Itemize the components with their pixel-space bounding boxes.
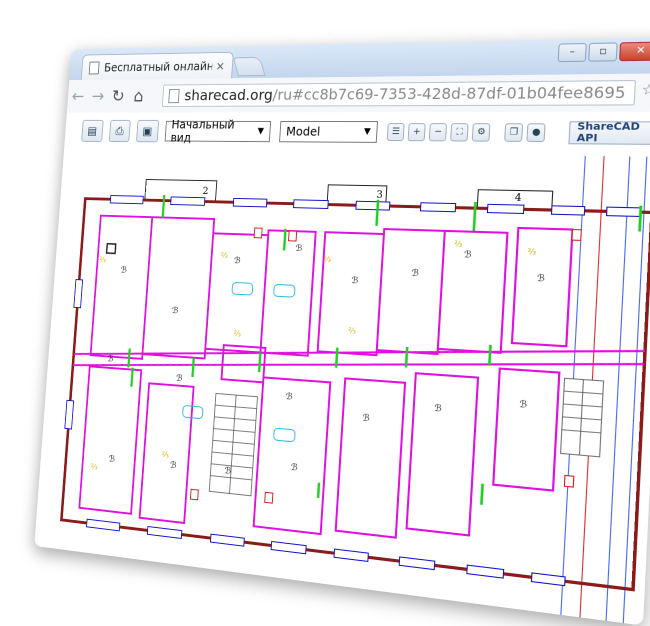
svg-text:ℬ: ℬ bbox=[172, 305, 179, 316]
page-content: ▤ ⎙ ▣ Начальный вид ▼ Model ▼ ☰ + − ⛶ ⚙ … bbox=[34, 111, 650, 626]
open-folder-button[interactable]: ▤ bbox=[81, 119, 104, 142]
stairwell bbox=[209, 355, 603, 534]
tab-title: Бесплатный онлайн САГ bbox=[103, 59, 213, 74]
dropdown-arrow-icon: ▼ bbox=[257, 126, 265, 137]
svg-text:ℬ: ℬ bbox=[108, 453, 115, 464]
viewer-toolbar: ▤ ⎙ ▣ Начальный вид ▼ Model ▼ ☰ + − ⛶ ⚙ … bbox=[64, 111, 650, 155]
svg-text:⅔: ⅔ bbox=[91, 462, 98, 472]
url-host: sharecad.org bbox=[183, 86, 274, 105]
settings-icon: ⚙ bbox=[476, 127, 486, 138]
svg-text:⅔: ⅔ bbox=[528, 247, 537, 257]
svg-text:ℬ: ℬ bbox=[291, 461, 298, 472]
user-button[interactable]: ● bbox=[526, 123, 547, 143]
svg-text:ℬ: ℬ bbox=[170, 459, 177, 470]
zoom-in-button[interactable]: + bbox=[407, 123, 426, 142]
svg-text:⅔: ⅔ bbox=[220, 250, 228, 260]
zoom-out-icon: − bbox=[433, 127, 443, 138]
minimize-button[interactable]: – bbox=[557, 43, 587, 63]
svg-text:⅔: ⅔ bbox=[348, 326, 356, 336]
svg-text:ℬ: ℬ bbox=[286, 391, 293, 402]
layout-select-value: Model bbox=[285, 124, 321, 139]
svg-text:ℬ: ℬ bbox=[537, 272, 545, 284]
back-arrow-icon[interactable]: ← bbox=[67, 87, 88, 106]
zoom-out-button[interactable]: − bbox=[428, 123, 448, 142]
url-path: /ru#cc8b7c69-7353-428d-87df-01b04fee8695 bbox=[272, 83, 627, 104]
axis-label-3: 3 bbox=[376, 189, 383, 201]
tab-close-icon[interactable]: × bbox=[215, 59, 225, 72]
fit-icon: ⛶ bbox=[456, 127, 464, 138]
dropdown-arrow-icon: ▼ bbox=[363, 126, 371, 137]
layout-select[interactable]: Model ▼ bbox=[278, 120, 379, 143]
user-icon: ● bbox=[531, 127, 541, 138]
navigation-bar: ← → ↻ ⌂ sharecad.org /ru#cc8b7c69-7353-4… bbox=[66, 73, 650, 114]
axis-label-2: 2 bbox=[202, 186, 209, 197]
doors bbox=[121, 194, 641, 530]
sharecad-api-button[interactable]: ShareCAD API bbox=[568, 121, 650, 145]
address-bar[interactable]: sharecad.org /ru#cc8b7c69-7353-428d-87df… bbox=[161, 80, 636, 107]
copy-icon: ❐ bbox=[509, 127, 519, 138]
forward-arrow-icon[interactable]: → bbox=[87, 86, 108, 106]
settings-button[interactable]: ⚙ bbox=[471, 123, 491, 142]
svg-text:⅔: ⅔ bbox=[454, 239, 463, 249]
reload-icon[interactable]: ↻ bbox=[107, 86, 129, 105]
new-tab-button[interactable] bbox=[232, 56, 266, 77]
copy-button[interactable]: ❐ bbox=[504, 123, 524, 142]
svg-text:ℬ: ℬ bbox=[434, 402, 442, 414]
svg-text:ℬ: ℬ bbox=[234, 255, 241, 266]
svg-text:ℬ: ℬ bbox=[411, 267, 419, 278]
folder-icon: ▤ bbox=[87, 124, 98, 138]
svg-text:ℬ: ℬ bbox=[120, 264, 127, 274]
bookmark-star-icon[interactable]: ☆ bbox=[641, 82, 650, 99]
maximize-button[interactable]: ▫ bbox=[588, 42, 618, 62]
drawing-annotations: ⅔ ⅔ ⅔ ⅔ ⅔ ⅔ ⅔ ⅔ ⅔ bbox=[91, 239, 537, 472]
floor-plan-drawing[interactable]: 2 3 4 ⅔ ⅔ ⅔ ⅔⅔⅔ ⅔⅔⅔ ℬℬℬ ℬℬℬ ℬℬℬ ℬℬℬ ℬ ℬℬ… bbox=[34, 151, 650, 626]
close-window-button[interactable]: ✕ bbox=[619, 41, 650, 62]
svg-text:ℬ: ℬ bbox=[464, 248, 472, 259]
svg-text:⅔: ⅔ bbox=[323, 254, 331, 264]
zoom-in-icon: + bbox=[412, 127, 421, 138]
document-icon bbox=[88, 61, 100, 74]
screen: Бесплатный онлайн САГ × – ▫ ✕ ← → ↻ ⌂ sh… bbox=[0, 0, 650, 626]
svg-text:⅔: ⅔ bbox=[233, 329, 241, 339]
svg-text:ℬ: ℬ bbox=[295, 242, 302, 253]
page-icon bbox=[168, 88, 180, 103]
svg-text:⅔: ⅔ bbox=[162, 450, 170, 460]
browser-tab[interactable]: Бесплатный онлайн САГ × bbox=[80, 51, 234, 80]
column-marker bbox=[107, 244, 116, 254]
window-controls: – ▫ ✕ bbox=[557, 41, 650, 63]
svg-text:ℬ: ℬ bbox=[362, 412, 370, 423]
svg-text:ℬ: ℬ bbox=[107, 353, 114, 363]
svg-text:⅔: ⅔ bbox=[99, 255, 106, 264]
printer-icon: ⎙ bbox=[115, 124, 125, 137]
svg-text:ℬ: ℬ bbox=[519, 398, 527, 410]
svg-text:ℬ: ℬ bbox=[351, 274, 359, 285]
zoom-extents-button[interactable]: ⛶ bbox=[450, 123, 469, 142]
view-select-value: Начальный вид bbox=[170, 118, 235, 145]
layers-button[interactable]: ☰ bbox=[386, 123, 405, 142]
svg-text:ℬ: ℬ bbox=[176, 372, 183, 383]
fullscreen-button[interactable]: ▣ bbox=[136, 119, 159, 143]
svg-text:ℬ: ℬ bbox=[224, 465, 231, 476]
square-icon: ▣ bbox=[142, 124, 153, 138]
layers-icon: ☰ bbox=[391, 127, 401, 138]
print-button[interactable]: ⎙ bbox=[108, 119, 131, 143]
partitions bbox=[79, 216, 572, 567]
view-select[interactable]: Начальный вид ▼ bbox=[164, 118, 272, 145]
axis-label-4: 4 bbox=[514, 192, 521, 204]
browser-window: Бесплатный онлайн САГ × – ▫ ✕ ← → ↻ ⌂ sh… bbox=[34, 37, 650, 626]
home-icon[interactable]: ⌂ bbox=[128, 86, 150, 106]
